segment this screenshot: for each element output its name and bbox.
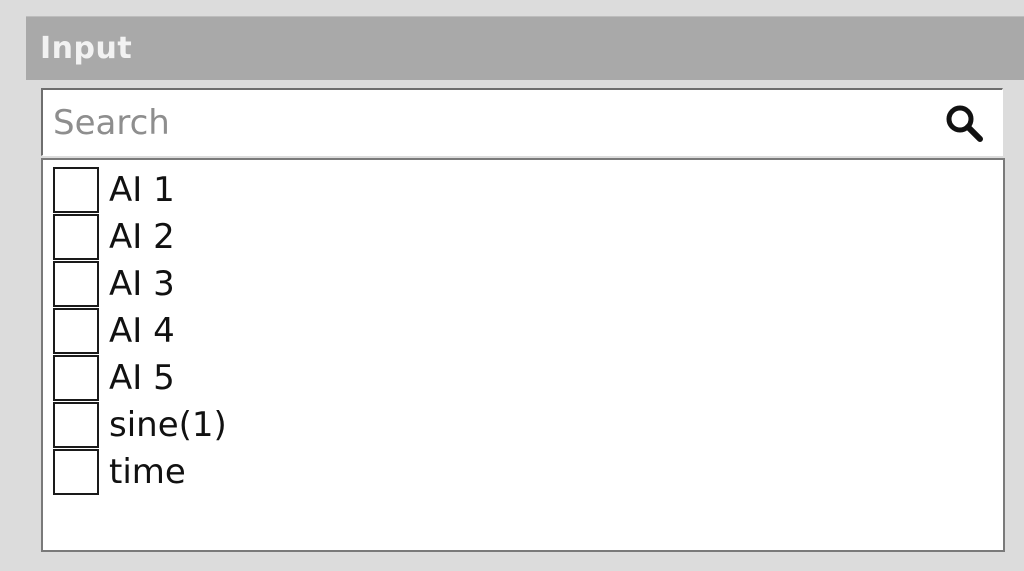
channel-label: AI 3 [109,263,175,304]
list-item[interactable]: sine(1) [53,401,1003,448]
channel-label: AI 5 [109,357,175,398]
panel-header: Input [26,16,1024,80]
channel-list: AI 1 AI 2 AI 3 AI 4 AI 5 sine(1) time [41,158,1005,552]
channel-checkbox[interactable] [53,166,99,213]
channel-checkbox[interactable] [53,307,99,354]
channel-checkbox[interactable] [53,401,99,448]
list-item[interactable]: AI 5 [53,354,1003,401]
channel-label: time [109,451,186,492]
search-icon[interactable] [934,90,994,155]
list-item[interactable]: AI 2 [53,213,1003,260]
list-item[interactable]: time [53,448,1003,495]
channel-label: AI 4 [109,310,175,351]
input-panel: Input AI 1 AI 2 AI 3 AI 4 AI [0,0,1024,571]
search-input[interactable] [43,90,934,155]
channel-label: sine(1) [109,404,227,445]
list-item[interactable]: AI 4 [53,307,1003,354]
search-box [41,88,1003,156]
channel-label: AI 1 [109,169,175,210]
channel-checkbox[interactable] [53,213,99,260]
channel-checkbox[interactable] [53,260,99,307]
channel-label: AI 2 [109,216,175,257]
list-item[interactable]: AI 1 [53,166,1003,213]
panel-title: Input [40,31,133,66]
list-item[interactable]: AI 3 [53,260,1003,307]
channel-checkbox[interactable] [53,354,99,401]
channel-checkbox[interactable] [53,448,99,495]
